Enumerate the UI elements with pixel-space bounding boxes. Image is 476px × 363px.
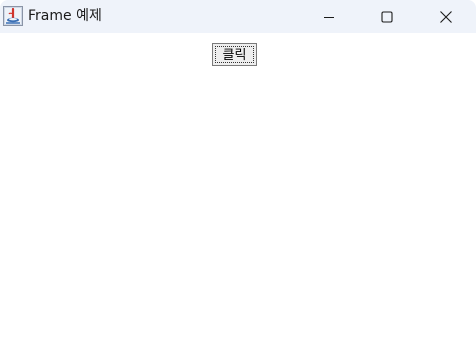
close-icon: [439, 10, 453, 24]
minimize-icon: [323, 11, 335, 23]
close-button[interactable]: [423, 0, 469, 33]
title-bar[interactable]: Frame 예제: [0, 0, 476, 33]
window-title: Frame 예제: [28, 8, 102, 24]
click-button[interactable]: 클릭: [212, 43, 257, 66]
app-window: Frame 예제 클릭: [0, 0, 476, 363]
click-button-label: 클릭: [215, 46, 254, 63]
minimize-button[interactable]: [306, 0, 352, 33]
maximize-icon: [381, 10, 393, 23]
frame-content: 클릭: [0, 33, 476, 363]
maximize-button[interactable]: [364, 0, 410, 33]
java-icon[interactable]: [3, 6, 23, 26]
